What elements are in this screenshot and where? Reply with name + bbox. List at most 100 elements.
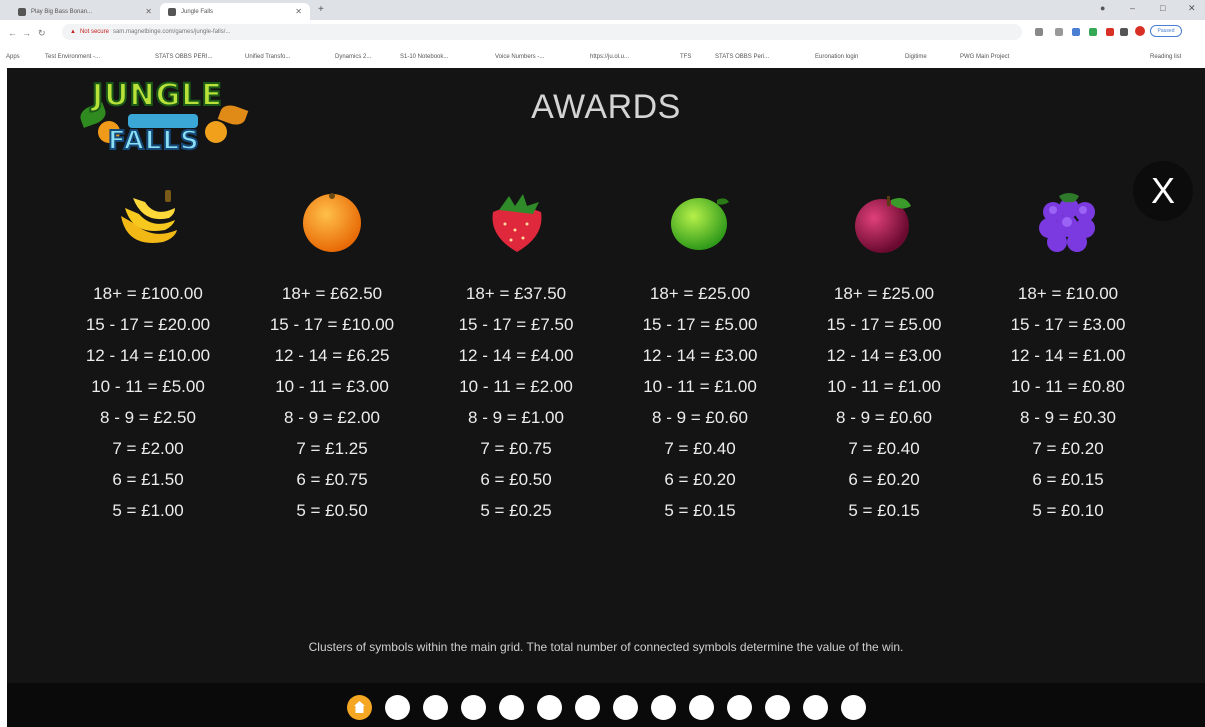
bookmarks-bar: Apps Test Environment -... STATS OBBS PE… — [0, 48, 1205, 68]
lime-icon — [665, 186, 735, 256]
tab-close-icon[interactable]: ✕ — [145, 7, 152, 16]
bookmark-item[interactable]: Digitime — [905, 54, 927, 60]
payout-row: 18+ = £25.00 — [833, 284, 935, 303]
payout-row: 10 - 11 = £2.00 — [459, 377, 573, 396]
page-dot[interactable] — [499, 695, 524, 720]
page-dot[interactable] — [575, 695, 600, 720]
page-dot[interactable] — [689, 695, 714, 720]
payout-row: 12 - 14 = £3.00 — [642, 346, 758, 365]
bookmark-item[interactable]: Apps — [6, 54, 20, 60]
game-viewport: JUNGLE FALLS AWARDS X 18+ = £100.00 15 -… — [7, 68, 1205, 727]
bookmark-item[interactable]: STATS OBBS PERI... — [155, 54, 212, 60]
symbol-column-strawberry: 18+ = £37.50 15 - 17 = £7.50 12 - 14 = £… — [436, 186, 596, 526]
extension-icon[interactable] — [1055, 28, 1063, 36]
payout-row: 5 = £0.15 — [848, 501, 920, 520]
extension-icon[interactable] — [1072, 28, 1080, 36]
page-dot[interactable] — [537, 695, 562, 720]
payout-row: 6 = £1.50 — [112, 470, 184, 489]
payout-row: 15 - 17 = £10.00 — [269, 315, 395, 334]
tab-favicon-icon — [18, 7, 26, 16]
payout-row: 8 - 9 = £0.60 — [652, 408, 748, 427]
grapes-icon — [1033, 186, 1103, 256]
payout-row: 5 = £0.10 — [1032, 501, 1104, 520]
page-dot[interactable] — [423, 695, 448, 720]
bookmark-item[interactable]: PWG Main Project — [960, 54, 1009, 60]
browser-tab-2[interactable]: Jungle Falls ✕ — [160, 3, 310, 20]
payout-row: 8 - 9 = £0.60 — [836, 408, 932, 427]
symbol-column-plum: 18+ = £25.00 15 - 17 = £5.00 12 - 14 = £… — [804, 186, 964, 526]
url-input[interactable]: ▲ Not secure sam.magnetbinge.com/games/j… — [62, 24, 1022, 40]
payout-row: 10 - 11 = £1.00 — [643, 377, 757, 396]
extension-icon[interactable] — [1089, 28, 1097, 36]
bookmark-item[interactable]: Dynamics 2... — [335, 54, 371, 60]
symbol-column-grapes: 18+ = £10.00 15 - 17 = £3.00 12 - 14 = £… — [988, 186, 1148, 526]
payout-row: 15 - 17 = £5.00 — [642, 315, 758, 334]
payout-row: 12 - 14 = £10.00 — [85, 346, 211, 365]
bookmark-item[interactable]: Euronation login — [815, 54, 858, 60]
orange-icon — [297, 186, 367, 256]
page-dot[interactable] — [765, 695, 790, 720]
bookmark-item[interactable]: Reading list — [1150, 54, 1181, 60]
payout-row: 18+ = £10.00 — [1017, 284, 1119, 303]
page-dot[interactable] — [841, 695, 866, 720]
payout-row: 8 - 9 = £0.30 — [1020, 408, 1116, 427]
payout-row: 12 - 14 = £4.00 — [458, 346, 574, 365]
bookmark-item[interactable]: Voice Numbers -... — [495, 54, 544, 60]
payout-row: 18+ = £25.00 — [649, 284, 751, 303]
bookmark-item[interactable]: https://ju.ol.u... — [590, 54, 629, 60]
payout-row: 7 = £0.20 — [1032, 439, 1104, 458]
minimize-icon[interactable]: – — [1130, 3, 1135, 13]
reload-icon[interactable]: ↻ — [38, 28, 46, 39]
payout-row: 7 = £2.00 — [112, 439, 184, 458]
profile-icon[interactable]: ● — [1100, 3, 1105, 13]
tab-label: Jungle Falls — [181, 8, 214, 15]
payout-row: 7 = £1.25 — [296, 439, 368, 458]
payout-row: 6 = £0.75 — [296, 470, 368, 489]
payout-row: 8 - 9 = £2.00 — [284, 408, 380, 427]
new-tab-button[interactable]: + — [318, 4, 324, 15]
profile-status-button[interactable]: Paused — [1150, 25, 1182, 37]
home-icon — [354, 701, 365, 713]
back-icon[interactable]: ← — [8, 28, 17, 38]
page-dot[interactable] — [803, 695, 828, 720]
puzzle-icon[interactable] — [1120, 28, 1128, 36]
payout-row: 6 = £0.50 — [480, 470, 552, 489]
maximize-icon[interactable]: □ — [1160, 3, 1165, 13]
tab-favicon-icon — [168, 7, 176, 16]
bookmark-item[interactable]: STATS OBBS Peri... — [715, 54, 769, 60]
bookmark-item[interactable]: Unified Transfo... — [245, 54, 290, 60]
payout-row: 15 - 17 = £5.00 — [826, 315, 942, 334]
strawberry-icon — [481, 186, 551, 256]
payout-row: 5 = £0.25 — [480, 501, 552, 520]
plum-icon — [849, 186, 919, 256]
bookmark-item[interactable]: Test Environment -... — [45, 54, 100, 60]
pagination-dots — [347, 695, 866, 720]
page-dot[interactable] — [613, 695, 638, 720]
forward-icon[interactable]: → — [22, 28, 31, 38]
avatar[interactable] — [1135, 26, 1145, 36]
address-bar: ← → ↻ ▲ Not secure sam.magnetbinge.com/g… — [0, 20, 1205, 48]
page-dot-active[interactable] — [347, 695, 372, 720]
window-close-icon[interactable]: ✕ — [1188, 3, 1196, 14]
page-dot[interactable] — [461, 695, 486, 720]
page-dot[interactable] — [651, 695, 676, 720]
tab-close-icon[interactable]: ✕ — [295, 7, 302, 16]
symbol-column-banana: 18+ = £100.00 15 - 17 = £20.00 12 - 14 =… — [68, 186, 228, 526]
symbol-column-lime: 18+ = £25.00 15 - 17 = £5.00 12 - 14 = £… — [620, 186, 780, 526]
logo-word-falls: FALLS — [107, 125, 200, 157]
page-dot[interactable] — [727, 695, 752, 720]
payout-row: 15 - 17 = £3.00 — [1010, 315, 1126, 334]
payout-row: 10 - 11 = £0.80 — [1011, 377, 1125, 396]
bookmark-item[interactable]: S1-10 Notebook... — [400, 54, 448, 60]
payout-row: 5 = £0.50 — [296, 501, 368, 520]
payout-row: 12 - 14 = £6.25 — [274, 346, 390, 365]
page-dot[interactable] — [385, 695, 410, 720]
bookmark-item[interactable]: TFS — [680, 54, 691, 60]
key-icon[interactable] — [1035, 28, 1043, 36]
payout-row: 6 = £0.20 — [664, 470, 736, 489]
banana-icon — [113, 186, 183, 256]
payout-row: 7 = £0.40 — [848, 439, 920, 458]
extension-icon[interactable] — [1106, 28, 1114, 36]
browser-tab-1[interactable]: Play Big Bass Bonan... ✕ — [10, 3, 160, 20]
payout-row: 6 = £0.15 — [1032, 470, 1104, 489]
